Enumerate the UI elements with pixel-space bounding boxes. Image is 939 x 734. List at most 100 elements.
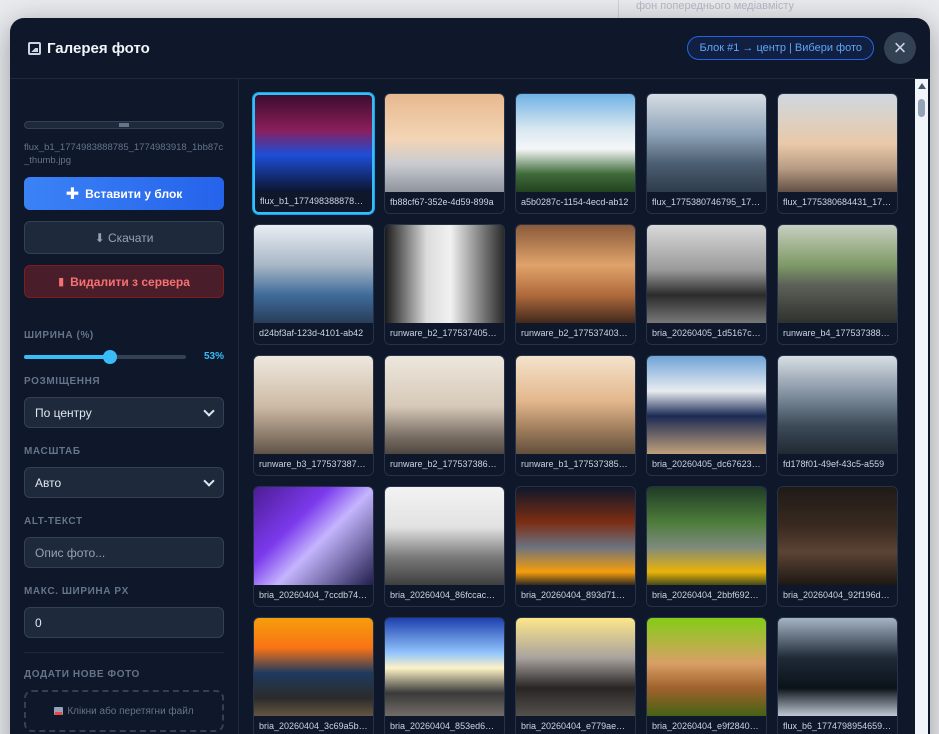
scale-label: МАСШТАБ (24, 446, 81, 457)
placement-select[interactable]: По центру (24, 397, 224, 428)
gallery-item-caption: bria_20260405_1d5167ca01 (647, 323, 766, 344)
gallery-item[interactable]: bria_20260404_7ccdb74b01 (253, 486, 374, 607)
gallery-item[interactable]: flux_b1_1774983888785_1774983918_1bb87c (253, 93, 374, 214)
gallery-item[interactable]: runware_b3_1775373875001 (253, 355, 374, 476)
width-slider-fill (24, 354, 110, 359)
gallery-thumbnail[interactable] (254, 356, 373, 456)
modal-body: flux_b1_1774983888785_1774983918_1bb87c_… (10, 79, 930, 734)
gallery-item-caption: runware_b4_1775373883001 (778, 323, 897, 344)
modal-title-text: Галерея фото (47, 39, 150, 57)
gallery-item[interactable]: runware_b1_1775373856001 (515, 355, 636, 476)
gallery-thumbnail[interactable] (778, 225, 897, 325)
gallery-item[interactable]: runware_b4_1775373883001 (777, 224, 898, 345)
maxwidth-label: МАКС. ШИРИНА PX (24, 586, 129, 597)
width-slider[interactable] (24, 349, 186, 364)
gallery-item[interactable]: bria_20260405_1d5167ca01 (646, 224, 767, 345)
gallery-thumbnail[interactable] (255, 95, 372, 195)
alt-placeholder: Опис фото... (35, 545, 106, 560)
gallery-item[interactable]: flux_1775380684431_1775380 (777, 93, 898, 214)
background-divider (618, 0, 619, 18)
gallery-item[interactable]: bria_20260404_e9f2840f01 (646, 617, 767, 734)
modal-header: Галерея фото Блок #1 → центр | Вибери фо… (10, 18, 930, 79)
background-text: фон попереднього медіавмісту (636, 0, 795, 12)
scale-select[interactable]: Авто (24, 467, 224, 498)
gallery-thumbnail[interactable] (647, 618, 766, 718)
gallery-thumbnail[interactable] (778, 618, 897, 718)
gallery-item[interactable]: fb88cf67-352e-4d59-899a (384, 93, 505, 214)
gallery-thumbnail[interactable] (647, 356, 766, 456)
gallery-item-caption: bria_20260404_86fccac801 (385, 585, 504, 606)
gallery-thumbnail[interactable] (516, 94, 635, 194)
gallery-thumbnail[interactable] (778, 94, 897, 194)
gallery-item-caption: bria_20260404_3c69a5b301 (254, 716, 373, 734)
gallery-thumbnail[interactable] (385, 94, 504, 194)
block-badge: Блок #1 → центр | Вибери фото (687, 36, 874, 60)
chevron-down-icon (203, 474, 215, 487)
gallery-item-caption: bria_20260405_dc67623f01 (647, 454, 766, 475)
gallery-item-caption: bria_20260404_893d715201 (516, 585, 635, 606)
insert-label: Вставити у блок (85, 186, 183, 201)
gallery-item[interactable]: runware_b2_1775374052001 (384, 224, 505, 345)
insert-button[interactable]: ✚ Вставити у блок (24, 177, 224, 210)
alt-label: ALT-ТЕКСТ (24, 516, 83, 527)
placement-label: РОЗМІЩЕННЯ (24, 376, 101, 387)
placement-value: По центру (35, 405, 92, 420)
gallery-item[interactable]: runware_b2_1775374032001 (515, 224, 636, 345)
gallery-thumbnail[interactable] (647, 94, 766, 194)
chevron-down-icon (203, 404, 215, 417)
gallery-thumbnail[interactable] (385, 225, 504, 325)
gallery-item-caption: d24bf3af-123d-4101-ab42 (254, 323, 373, 344)
gallery-item[interactable]: bria_20260404_92f196df01 (777, 486, 898, 607)
gallery-thumbnail[interactable] (254, 618, 373, 718)
gallery-item[interactable]: bria_20260405_dc67623f01 (646, 355, 767, 476)
gallery-item[interactable]: bria_20260404_853ed6ea01 (384, 617, 505, 734)
gallery-thumbnail[interactable] (385, 618, 504, 718)
gallery-item[interactable]: bria_20260404_893d715201 (515, 486, 636, 607)
scrollbar[interactable] (915, 79, 928, 734)
width-slider-handle[interactable] (102, 349, 117, 364)
close-icon: × (893, 35, 907, 60)
gallery-thumbnail[interactable] (647, 487, 766, 587)
gallery-thumbnail[interactable] (254, 487, 373, 587)
gallery-item[interactable]: flux_b6_1774798954659_01 (777, 617, 898, 734)
scroll-up-icon[interactable] (918, 83, 926, 89)
gallery-item-caption: bria_20260404_e9f2840f01 (647, 716, 766, 734)
gallery-thumbnail[interactable] (516, 618, 635, 718)
scroll-thumb[interactable] (918, 99, 925, 117)
gallery-item-caption: flux_b1_1774983888785_1774983918_1bb87c (255, 191, 372, 212)
gallery-thumbnail[interactable] (516, 225, 635, 325)
gallery-area: flux_b1_1774983888785_1774983918_1bb87cf… (239, 79, 930, 734)
gallery-item[interactable]: bria_20260404_2bbf692f01 (646, 486, 767, 607)
gallery-item[interactable]: bria_20260404_86fccac801 (384, 486, 505, 607)
gallery-thumbnail[interactable] (385, 356, 504, 456)
selected-preview (24, 121, 224, 129)
upload-dropzone[interactable]: Клікни або перетягни файл (24, 690, 224, 732)
delete-button[interactable]: ▮ Видалити з сервера (24, 265, 224, 298)
gallery-item-caption: runware_b2_1775374032001 (516, 323, 635, 344)
max-width-input[interactable]: 0 (24, 607, 224, 638)
modal-title: Галерея фото (28, 40, 150, 57)
gallery-thumbnail[interactable] (516, 356, 635, 456)
gallery-thumbnail[interactable] (254, 225, 373, 325)
gallery-thumbnail[interactable] (385, 487, 504, 587)
delete-label: Видалити з сервера (70, 274, 190, 289)
sidebar: flux_b1_1774983888785_1774983918_1bb87c_… (10, 79, 239, 734)
trash-icon: ▮ (58, 276, 65, 288)
gallery-item[interactable]: runware_b2_1775373865001 (384, 355, 505, 476)
gallery-item[interactable]: bria_20260404_e779ae8701 (515, 617, 636, 734)
gallery-thumbnail[interactable] (778, 356, 897, 456)
alt-text-input[interactable]: Опис фото... (24, 537, 224, 568)
gallery-item[interactable]: flux_1775380746795_1775380 (646, 93, 767, 214)
gallery-item[interactable]: a5b0287c-1154-4ecd-ab12 (515, 93, 636, 214)
sidebar-divider (24, 652, 224, 653)
gallery-item[interactable]: fd178f01-49ef-43c5-a559 (777, 355, 898, 476)
gallery-grid: flux_b1_1774983888785_1774983918_1bb87cf… (253, 93, 930, 734)
gallery-item-caption: runware_b3_1775373875001 (254, 454, 373, 475)
gallery-thumbnail[interactable] (647, 225, 766, 325)
gallery-thumbnail[interactable] (516, 487, 635, 587)
close-button[interactable]: × (884, 32, 916, 64)
download-button[interactable]: ⬇ Скачати (24, 221, 224, 254)
gallery-item[interactable]: d24bf3af-123d-4101-ab42 (253, 224, 374, 345)
gallery-item[interactable]: bria_20260404_3c69a5b301 (253, 617, 374, 734)
gallery-thumbnail[interactable] (778, 487, 897, 587)
